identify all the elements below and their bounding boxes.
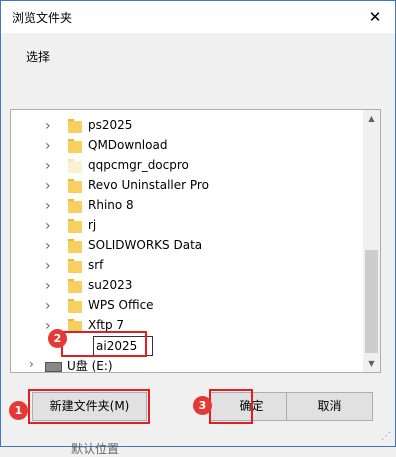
title-bar: 浏览文件夹 ✕ [1,1,395,33]
expand-chevron-icon[interactable]: › [45,158,51,174]
tree-item[interactable]: › WPS Office [11,296,363,316]
tree-item-label: Xftp 7 [88,318,125,332]
tree-item[interactable]: › QMDownload [11,136,363,156]
tree-item-label: Rhino 8 [88,198,134,212]
tree-item[interactable]: › ps2025 [11,116,363,136]
folder-icon [68,299,82,313]
close-icon[interactable]: ✕ [363,5,387,29]
expand-chevron-icon[interactable]: › [45,138,51,154]
tree-item[interactable]: › Rhino 8 [11,196,363,216]
usb-drive-icon [45,362,62,372]
folder-icon [68,139,82,153]
tree-item[interactable]: › Revo Uninstaller Pro [11,176,363,196]
tree-item-label: SOLIDWORKS Data [88,238,203,252]
tree-item[interactable]: › qqpcmgr_docpro [11,156,363,176]
folder-pale-icon [68,159,82,173]
expand-chevron-icon[interactable]: › [29,357,34,371]
browse-folder-dialog: 浏览文件夹 ✕ 选择 › ps2025 › QMDownload › qqpcmgr_do… [0,0,396,456]
expand-chevron-icon[interactable]: › [45,198,51,214]
dialog-title: 浏览文件夹 [12,11,73,25]
tree-item-label: su2023 [88,278,133,292]
tree-item[interactable]: › srf [11,256,363,276]
expand-chevron-icon[interactable]: › [45,118,51,134]
highlight-ok-button [209,389,253,424]
tree-item-label: QMDownload [88,138,168,152]
step-badge-1: 1 [9,401,28,420]
highlight-new-folder-name [61,331,147,357]
tree-item-label: qqpcmgr_docpro [88,158,189,172]
folder-icon [68,259,82,273]
instruction-text: 选择 [26,50,51,64]
expand-chevron-icon[interactable]: › [45,218,51,234]
folder-icon [68,179,82,193]
tree-item-label: rj [88,218,97,232]
resize-grip-icon[interactable]: ⋰ [381,431,391,442]
tree-item-label: Revo Uninstaller Pro [88,178,209,192]
tree-item[interactable]: › su2023 [11,276,363,296]
scrollbar-thumb[interactable] [365,250,378,353]
expand-chevron-icon[interactable]: › [45,278,51,294]
tree-item[interactable]: › SOLIDWORKS Data [11,236,363,256]
tree-item-label: U盘 (E:) [67,359,113,373]
footer-hint-text: 默认位置 [71,442,120,456]
tree-item-label: srf [88,258,104,272]
folder-icon [68,219,82,233]
expand-chevron-icon[interactable]: › [45,178,51,194]
cancel-button[interactable]: 取消 [286,392,373,421]
folder-icon [68,279,82,293]
scroll-up-icon[interactable]: ▲ [363,110,380,127]
step-badge-3: 3 [193,396,212,415]
tree-item-drive-e[interactable]: › U盘 (E:) [11,356,363,373]
tree-item[interactable]: › rj [11,216,363,236]
tree-item-label: WPS Office [88,298,154,312]
folder-icon [68,239,82,253]
folder-icon [68,119,82,133]
expand-chevron-icon[interactable]: › [45,238,51,254]
vertical-scrollbar[interactable]: ▲ ▼ [363,110,380,372]
tree-item-label: ps2025 [88,118,133,132]
expand-chevron-icon[interactable]: › [45,258,51,274]
folder-icon [68,199,82,213]
expand-chevron-icon[interactable]: › [45,298,51,314]
step-badge-2: 2 [48,329,67,348]
scroll-down-icon[interactable]: ▼ [363,355,380,372]
highlight-new-folder-button [28,389,150,424]
